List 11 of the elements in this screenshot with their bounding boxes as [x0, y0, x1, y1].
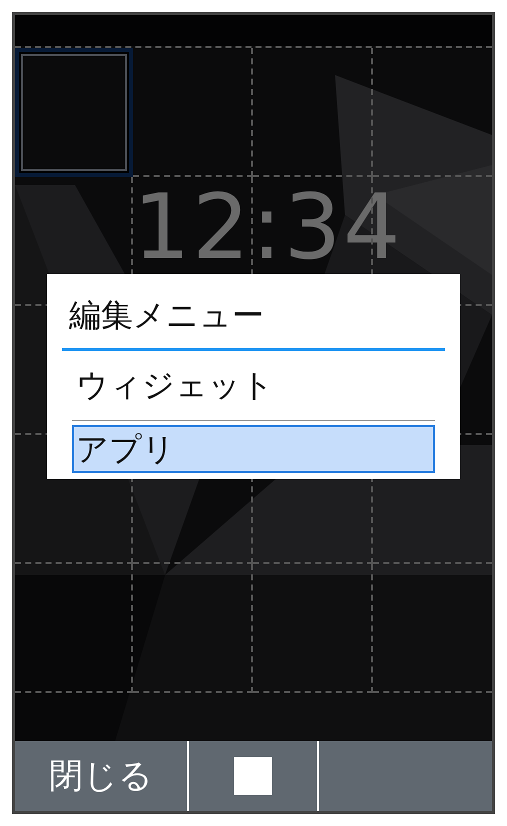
menu-item[interactable]: アプリ [72, 425, 435, 473]
menu-item[interactable]: ウィジェット [72, 355, 435, 421]
home-grid-cell[interactable] [133, 48, 253, 177]
square-icon [234, 757, 272, 795]
home-grid-cell[interactable] [15, 564, 133, 693]
home-grid-cell[interactable] [253, 48, 373, 177]
home-grid-cell[interactable] [15, 48, 133, 177]
home-grid-cell[interactable] [253, 564, 373, 693]
clock-time: 12:34 [133, 183, 402, 273]
home-grid-cell[interactable] [133, 564, 253, 693]
dialog-title: 編集メニュー [62, 288, 445, 351]
